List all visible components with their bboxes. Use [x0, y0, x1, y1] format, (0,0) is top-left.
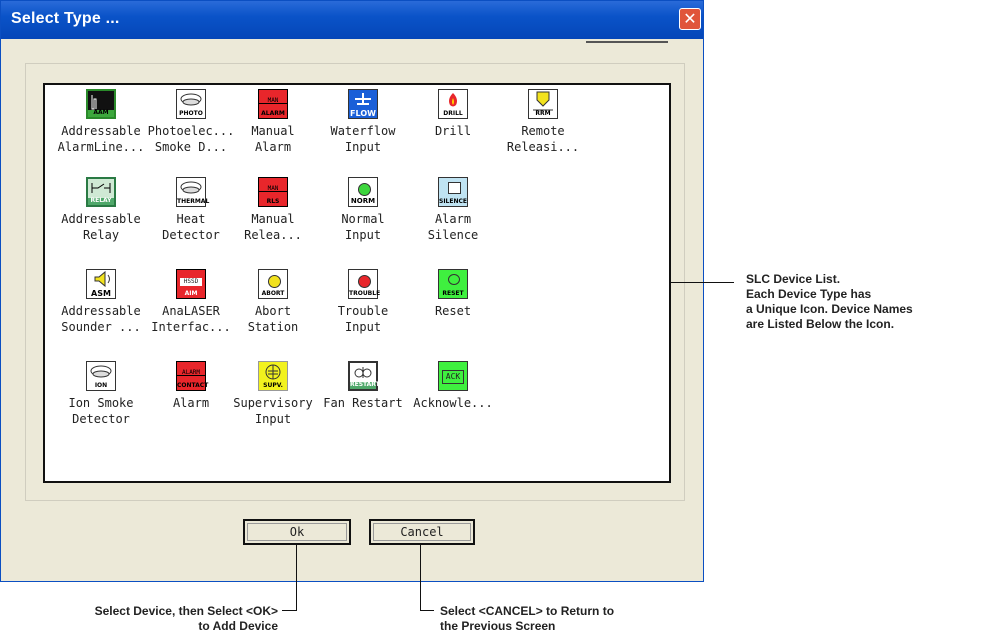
cancel-button[interactable]: Cancel — [369, 519, 475, 545]
drill-icon: DRILL — [438, 89, 468, 119]
select-type-dialog: Select Type ... ✕ AAM Addressable AlarmL… — [0, 0, 704, 582]
device-label: Relea... — [244, 228, 302, 242]
device-label: Reset — [434, 304, 472, 318]
device-label: Input — [254, 412, 292, 426]
device-item-ion-smoke[interactable]: ION Ion Smoke Detector — [53, 361, 149, 427]
device-label: Detector — [72, 412, 130, 426]
device-item-alarm-silence[interactable]: SILENCE Alarm Silence — [405, 177, 501, 243]
device-label: Relay — [82, 228, 120, 242]
alarm-contact-icon: ALARM CONTACT — [176, 361, 208, 391]
device-label: AlarmLine... — [57, 140, 145, 154]
device-label: Alarm — [254, 140, 292, 154]
aam-icon: AAM — [86, 89, 116, 119]
device-item-abort-station[interactable]: ABORT Abort Station — [225, 269, 321, 335]
rrm-icon: RRM — [528, 89, 558, 119]
slc-device-list[interactable]: AAM Addressable AlarmLine... PHOTO Photo… — [43, 83, 671, 483]
fan-restart-icon: RESTART — [348, 361, 380, 391]
reset-icon: RESET — [438, 269, 468, 299]
close-icon: ✕ — [683, 9, 697, 28]
device-label: Station — [247, 320, 299, 334]
device-item-drill[interactable]: DRILL Drill — [405, 89, 501, 139]
device-label: Supervisory — [233, 396, 313, 410]
device-item-waterflow[interactable]: FLOW Waterflow Input — [315, 89, 411, 155]
callout-cancel: Select <CANCEL> to Return to the Previou… — [440, 604, 615, 633]
device-label: Releasi... — [506, 140, 580, 154]
title-bar[interactable]: Select Type ... ✕ — [1, 1, 703, 39]
waterflow-icon: FLOW — [348, 89, 378, 119]
device-label: Input — [344, 320, 382, 334]
callout-line-cancel-h — [420, 610, 434, 611]
device-item-addressable-relay[interactable]: RELAY Addressable Relay — [53, 177, 149, 243]
device-label: Ion Smoke — [68, 396, 134, 410]
device-item-acknowledge[interactable]: ACK Acknowle... — [405, 361, 501, 411]
ack-icon: ACK — [438, 361, 468, 391]
callout-device-list: SLC Device List. Each Device Type has a … — [746, 272, 913, 331]
device-label: Fan Restart — [323, 396, 403, 410]
device-label: Normal — [341, 212, 385, 226]
device-label: Silence — [427, 228, 479, 242]
device-item-manual-release[interactable]: MAN RLS Manual Relea... — [225, 177, 321, 243]
callout-line-cancel — [420, 544, 421, 611]
ok-button[interactable]: Ok — [243, 519, 351, 545]
silence-icon: SILENCE — [438, 177, 468, 207]
device-label: Manual — [251, 212, 295, 226]
callout-ok: Select Device, then Select <OK> to Add D… — [94, 604, 278, 633]
callout-line-list — [670, 282, 734, 283]
device-label: Drill — [434, 124, 472, 138]
device-label: Manual — [251, 124, 295, 138]
abort-icon: ABORT — [258, 269, 288, 299]
photo-detector-icon: PHOTO — [176, 89, 206, 119]
callout-line-ok — [296, 544, 297, 611]
device-item-supervisory-input[interactable]: SUPV. Supervisory Input — [225, 361, 321, 427]
device-item-reset[interactable]: RESET Reset — [405, 269, 501, 319]
callout-line-ok-h — [282, 610, 297, 611]
divider — [586, 41, 668, 43]
device-item-normal-input[interactable]: NORM Normal Input — [315, 177, 411, 243]
device-label: Addressable — [61, 304, 141, 318]
trouble-icon: TROUBLE — [348, 269, 380, 299]
device-label: Addressable — [61, 124, 141, 138]
ion-detector-icon: ION — [86, 361, 116, 391]
device-label: Sounder ... — [61, 320, 141, 334]
device-label: Abort — [254, 304, 292, 318]
device-label: Input — [344, 228, 382, 242]
device-label: Alarm — [434, 212, 472, 226]
device-label: Waterflow — [330, 124, 396, 138]
dialog-title: Select Type ... — [11, 10, 120, 27]
manual-release-icon: MAN RLS — [258, 177, 288, 207]
relay-icon: RELAY — [86, 177, 116, 207]
sounder-icon: ASM — [86, 269, 116, 299]
supervisory-icon: SUPV. — [258, 361, 288, 391]
device-item-trouble-input[interactable]: TROUBLE Trouble Input — [315, 269, 411, 335]
device-item-remote-releasing[interactable]: RRM Remote Releasi... — [495, 89, 591, 155]
device-item-fan-restart[interactable]: RESTART Fan Restart — [315, 361, 411, 411]
device-label: Acknowle... — [413, 396, 493, 410]
device-label: Trouble — [337, 304, 389, 318]
device-item-addressable-sounder[interactable]: ASM Addressable Sounder ... — [53, 269, 149, 335]
device-label: Remote — [521, 124, 565, 138]
device-item-manual-alarm[interactable]: MAN ALARM Manual Alarm — [225, 89, 321, 155]
close-button[interactable]: ✕ — [679, 8, 701, 30]
device-label: Addressable — [61, 212, 141, 226]
hssd-icon: HSSD AIM — [176, 269, 206, 299]
device-item-addressable-alarmline[interactable]: AAM Addressable AlarmLine... — [53, 89, 149, 155]
thermal-detector-icon: THERMAL — [176, 177, 209, 207]
device-label: Input — [344, 140, 382, 154]
normal-input-icon: NORM — [348, 177, 378, 207]
manual-alarm-icon: MAN ALARM — [258, 89, 288, 119]
